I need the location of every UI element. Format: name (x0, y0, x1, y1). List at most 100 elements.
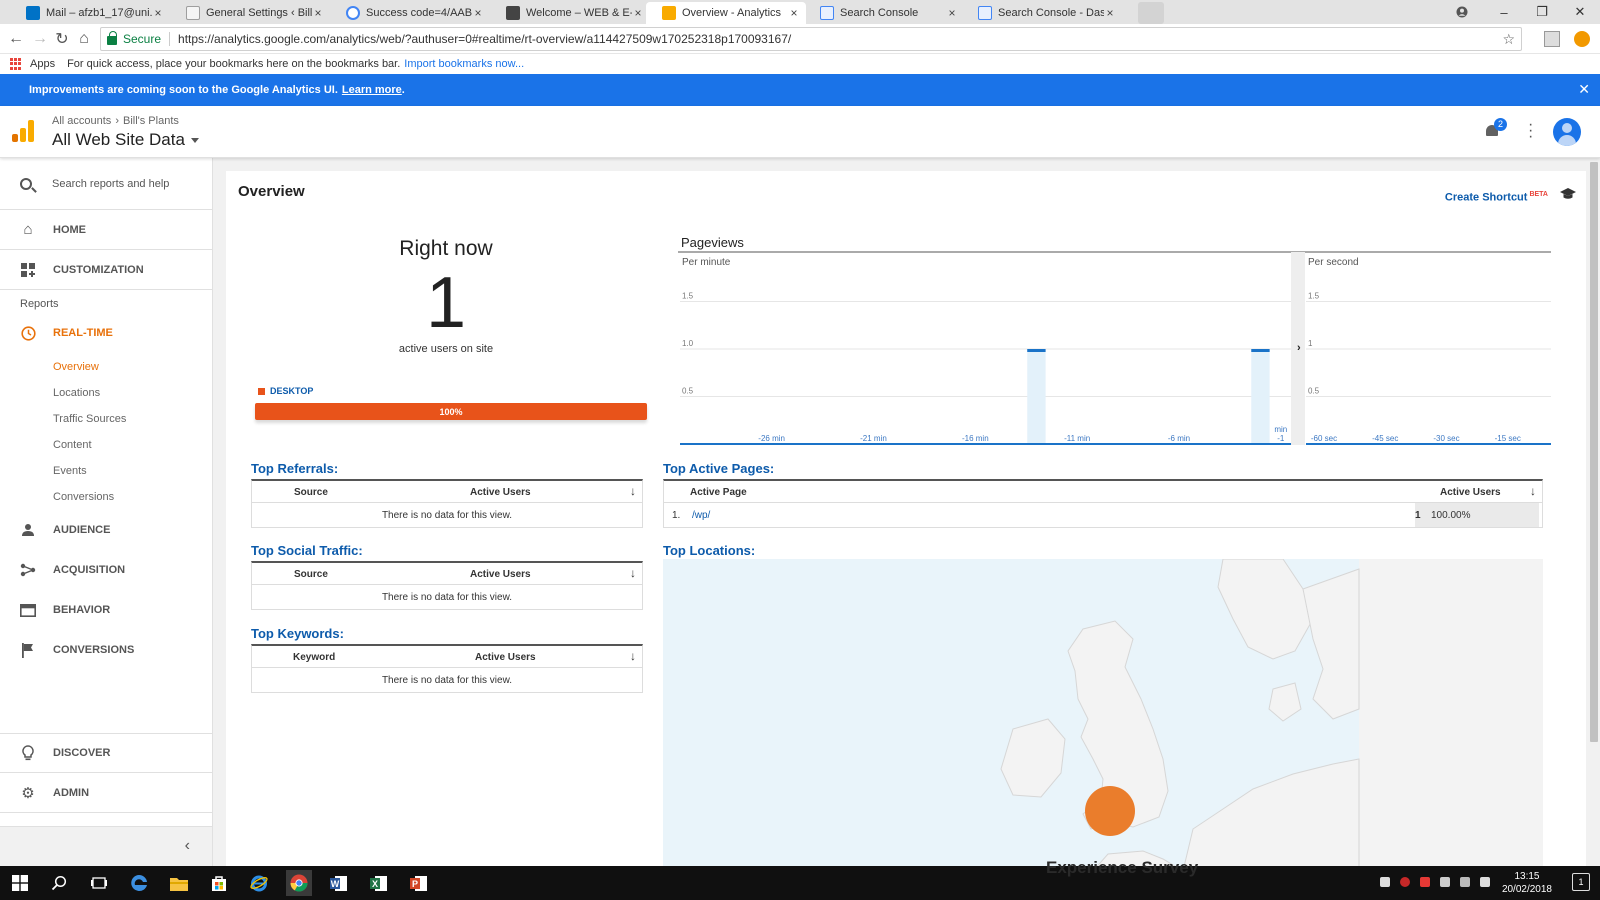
close-icon[interactable]: × (632, 6, 644, 20)
sidebar-item-audience[interactable]: AUDIENCE (0, 510, 212, 550)
sidebar-subitem-content[interactable]: Content (0, 432, 212, 458)
create-shortcut-link[interactable]: Create Shortcut BETA (1445, 191, 1548, 204)
avatar[interactable] (1553, 118, 1581, 146)
restore-icon[interactable]: ❐ (1524, 0, 1560, 24)
windows-start-icon[interactable] (7, 870, 33, 896)
address-bar[interactable]: Secure https://analytics.google.com/anal… (100, 27, 1522, 51)
column-active-page[interactable]: Active Page (690, 487, 747, 498)
close-icon[interactable]: × (788, 6, 800, 20)
sidebar-subitem-locations[interactable]: Locations (0, 380, 212, 406)
profile-icon[interactable] (1444, 0, 1480, 24)
sidebar-item-home[interactable]: ⌂ HOME (0, 210, 212, 250)
chevron-left-icon: ‹ (184, 837, 190, 854)
sidebar-subitem-events[interactable]: Events (0, 458, 212, 484)
breadcrumb-accounts[interactable]: All accounts (52, 115, 111, 127)
sidebar-item-discover[interactable]: DISCOVER (0, 733, 212, 773)
secure-label: Secure (123, 32, 162, 46)
column-source[interactable]: Source (294, 569, 328, 580)
analytics-logo-icon[interactable] (12, 120, 34, 142)
sidebar-item-conversions[interactable]: CONVERSIONS (0, 630, 212, 670)
browser-tab-success-code[interactable]: Success code=4/AABrcH × (330, 2, 490, 24)
sidebar-subitem-traffic-sources[interactable]: Traffic Sources (0, 406, 212, 432)
excel-icon[interactable]: X (366, 870, 392, 896)
tray-icon[interactable] (1440, 877, 1450, 887)
file-explorer-icon[interactable] (166, 870, 192, 896)
close-icon[interactable]: × (946, 6, 958, 20)
locations-map[interactable] (663, 559, 1543, 871)
location-marker[interactable] (1085, 786, 1135, 836)
close-icon[interactable]: × (1104, 6, 1116, 20)
edge-icon[interactable] (126, 870, 152, 896)
volume-icon[interactable] (1480, 877, 1490, 887)
close-icon[interactable]: × (312, 6, 324, 20)
sidebar-item-behavior[interactable]: BEHAVIOR (0, 590, 212, 630)
close-icon[interactable]: × (152, 6, 164, 20)
more-options-icon[interactable]: · · · (1528, 117, 1533, 145)
url-text[interactable]: https://analytics.google.com/analytics/w… (178, 32, 791, 46)
forward-icon[interactable]: → (30, 28, 50, 50)
breadcrumb-property[interactable]: Bill's Plants (123, 115, 179, 127)
x-tick-label: -60 sec (1311, 434, 1337, 443)
close-icon[interactable]: ✕ (1578, 81, 1590, 98)
update-icon[interactable] (1574, 31, 1590, 47)
search-icon[interactable] (46, 870, 72, 896)
task-view-icon[interactable] (86, 870, 112, 896)
reload-icon[interactable]: ↻ (52, 28, 72, 50)
tray-icon[interactable] (1420, 877, 1430, 887)
system-clock[interactable]: 13:15 20/02/2018 (1502, 870, 1552, 896)
sidebar-item-customization[interactable]: CUSTOMIZATION (0, 250, 212, 290)
action-center-icon[interactable]: 1 (1572, 873, 1590, 891)
sidebar-subitem-conversions[interactable]: Conversions (0, 484, 212, 510)
back-icon[interactable]: ← (6, 28, 26, 50)
tray-icon[interactable] (1380, 877, 1390, 887)
column-active-users[interactable]: Active Users (475, 652, 536, 663)
sort-arrow-icon[interactable]: ↓ (630, 649, 636, 663)
column-active-users[interactable]: Active Users (1440, 487, 1501, 498)
home-icon[interactable]: ⌂ (74, 28, 94, 50)
close-icon[interactable]: × (472, 6, 484, 20)
learn-more-link[interactable]: Learn more (342, 84, 402, 96)
sidebar-item-real-time[interactable]: REAL-TIME (0, 318, 212, 348)
info-banner: Improvements are coming soon to the Goog… (0, 74, 1600, 106)
view-selector[interactable]: All Web Site Data (52, 130, 199, 150)
apps-link[interactable]: Apps (30, 58, 55, 70)
tray-icon[interactable] (1400, 877, 1410, 887)
browser-tab-search-console[interactable]: Search Console × (804, 2, 964, 24)
browser-tab-general-settings[interactable]: General Settings ‹ Bill Pla × (170, 2, 330, 24)
browser-tab-welcome[interactable]: Welcome – WEB & E-BU × (490, 2, 650, 24)
sort-arrow-icon[interactable]: ↓ (630, 566, 636, 580)
apps-grid-icon[interactable] (10, 58, 22, 70)
collapse-sidebar-button[interactable]: ‹ (0, 826, 212, 866)
minimize-icon[interactable]: – (1486, 0, 1522, 24)
import-bookmarks-link[interactable]: Import bookmarks now... (404, 58, 524, 70)
network-icon[interactable] (1460, 877, 1470, 887)
store-icon[interactable] (206, 870, 232, 896)
page-link[interactable]: /wp/ (692, 510, 710, 521)
sort-arrow-icon[interactable]: ↓ (630, 484, 636, 498)
close-window-icon[interactable]: ✕ (1562, 0, 1598, 24)
search-reports-input[interactable]: Search reports and help (0, 158, 212, 210)
sidebar-item-admin[interactable]: ⚙ ADMIN (0, 773, 212, 813)
breadcrumb[interactable]: All accounts › Bill's Plants (52, 115, 179, 127)
sidebar-item-acquisition[interactable]: ACQUISITION (0, 550, 212, 590)
sort-arrow-icon[interactable]: ↓ (1530, 484, 1536, 498)
extension-icon[interactable] (1544, 31, 1560, 47)
column-active-users[interactable]: Active Users (470, 487, 531, 498)
word-icon[interactable]: W (326, 870, 352, 896)
chrome-icon[interactable] (286, 870, 312, 896)
powerpoint-icon[interactable]: P (406, 870, 432, 896)
bookmark-star-icon[interactable]: ☆ (1502, 31, 1515, 48)
table-row[interactable]: 1. /wp/ 1 100.00% (664, 503, 1542, 527)
notifications-bell-icon[interactable]: 2 (1484, 118, 1507, 139)
column-source[interactable]: Source (294, 487, 328, 498)
browser-tab-analytics[interactable]: Overview - Analytics × (646, 2, 806, 24)
page-scrollbar[interactable] (1590, 162, 1598, 742)
sidebar-subitem-overview[interactable]: Overview (0, 354, 212, 380)
browser-tab-search-console-dashboard[interactable]: Search Console - Dashbo × (962, 2, 1122, 24)
graduation-cap-icon[interactable] (1560, 187, 1576, 201)
column-keyword[interactable]: Keyword (293, 652, 335, 663)
column-active-users[interactable]: Active Users (470, 569, 531, 580)
internet-explorer-icon[interactable] (246, 870, 272, 896)
new-tab-button[interactable] (1138, 2, 1164, 24)
browser-tab-mail[interactable]: Mail – afzb1_17@uni.wo × (10, 2, 170, 24)
